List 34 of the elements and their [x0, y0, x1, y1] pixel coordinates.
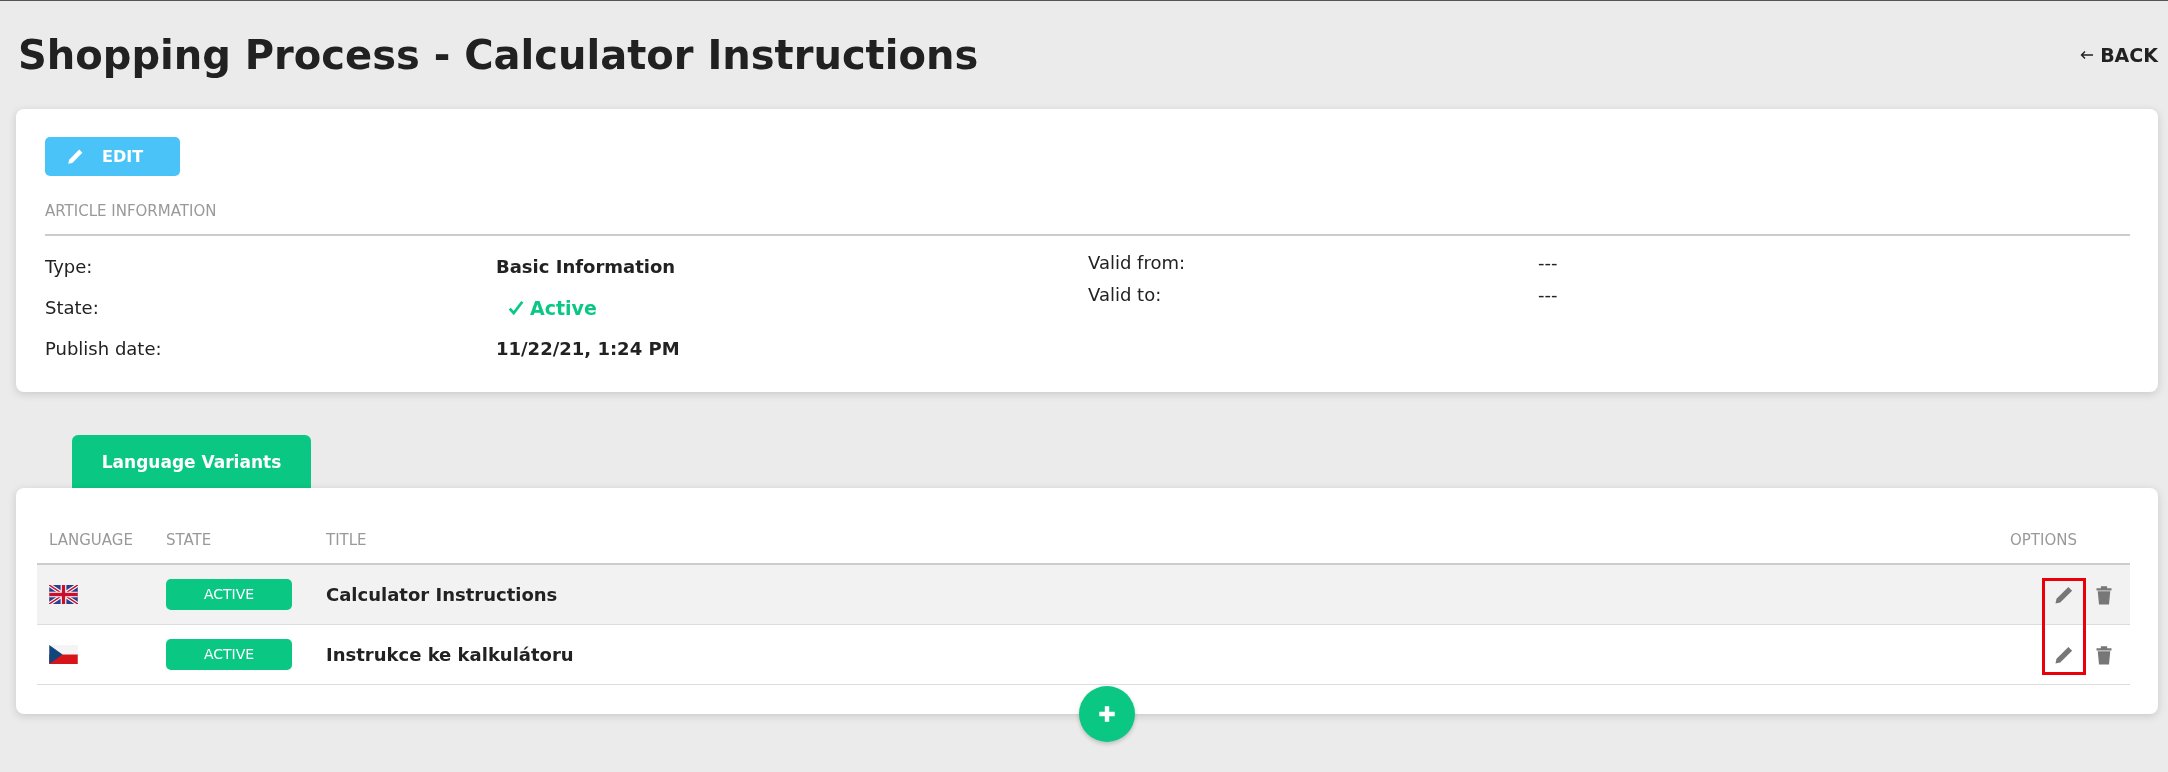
table-cell-text: Instrukce ke kalkulátoru	[326, 644, 575, 665]
field-label: State:	[45, 297, 100, 318]
page-title: Shopping Process - Calculator Instructions	[17, 32, 979, 78]
column-header: OPTIONS	[2010, 530, 2078, 549]
status-value: Active	[530, 296, 597, 319]
pencil-icon	[67, 148, 84, 165]
trash-icon	[2094, 584, 2114, 605]
pencil-icon	[2054, 644, 2074, 665]
state-badge: ACTIVE	[166, 639, 292, 670]
section-heading: ARTICLE INFORMATION	[45, 202, 218, 220]
table-cell-text: Calculator Instructions	[326, 584, 559, 605]
state-badge: ACTIVE	[166, 579, 292, 610]
trash-icon	[2094, 644, 2114, 665]
czech-flag-icon	[49, 645, 78, 664]
add-button[interactable]	[1079, 686, 1135, 742]
plus-icon	[1096, 703, 1118, 725]
field-label: Valid from:	[1088, 251, 1187, 273]
field-value: Basic Information	[496, 256, 676, 277]
column-header: LANGUAGE	[48, 530, 134, 549]
field-value: 11/22/21, 1:24 PM	[496, 338, 680, 359]
field-value: ---	[1538, 283, 1558, 305]
column-header: TITLE	[326, 530, 368, 549]
arrow-left-icon	[2080, 50, 2095, 60]
tab[interactable]: Language Variants	[72, 435, 311, 488]
field-label: Valid to:	[1088, 283, 1163, 305]
field-value: ---	[1538, 251, 1558, 273]
uk-flag-icon	[49, 585, 78, 604]
field-label: Type:	[45, 256, 94, 277]
pencil-icon	[2054, 584, 2074, 605]
back-link[interactable]: BACK	[2080, 44, 2158, 66]
column-header: STATE	[166, 530, 213, 549]
checkmark-icon	[508, 299, 524, 316]
edit-button[interactable]: EDIT	[45, 137, 180, 176]
field-label: Publish date:	[45, 338, 163, 359]
